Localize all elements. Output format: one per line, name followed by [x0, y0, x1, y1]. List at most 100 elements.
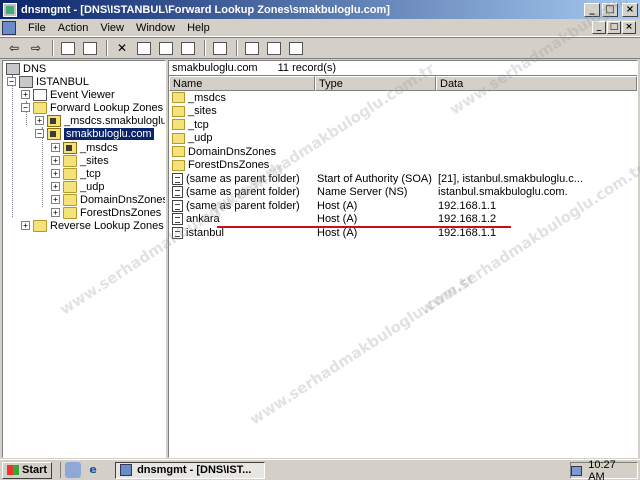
cell-type: Start of Authority (SOA)	[317, 172, 432, 185]
internet-explorer-icon[interactable]: e	[85, 462, 101, 478]
folder-icon	[172, 105, 185, 117]
tree-item-label: ISTANBUL	[36, 75, 89, 88]
back-arrow-icon[interactable]: ⇦	[4, 39, 24, 57]
record-row[interactable]: (same as parent folder) Name Server (NS) i…	[169, 186, 637, 199]
close-button[interactable]: ×	[622, 2, 638, 17]
collapse-toggle[interactable]: −	[21, 103, 30, 112]
tree-item-label: _msdcs	[80, 141, 118, 154]
details-header: smakbuloglu.com 11 record(s)	[169, 61, 637, 76]
tree-item-istanbul[interactable]: − ISTANBUL	[7, 75, 89, 88]
tree-item-forestdnszones[interactable]: + ForestDnsZones	[51, 206, 161, 219]
toolbar-separator	[106, 40, 108, 56]
tree-item-sites[interactable]: + _sites	[51, 154, 109, 167]
expand-toggle[interactable]: +	[21, 221, 30, 230]
network-icon[interactable]	[571, 465, 583, 476]
tree-item-reverse-lookup-zones[interactable]: + Reverse Lookup Zones	[21, 219, 164, 232]
record-row[interactable]: (same as parent folder) Start of Authorit…	[169, 172, 637, 185]
window-title: dnsmgmt - [DNS\ISTANBUL\Forward Lookup Z…	[21, 3, 390, 16]
app-icon	[3, 2, 17, 17]
refresh-icon[interactable]	[156, 39, 176, 57]
new-zone-icon[interactable]	[286, 39, 306, 57]
record-count-label: 11 record(s)	[277, 62, 337, 74]
column-header-type[interactable]: Type	[315, 76, 436, 91]
help-icon[interactable]	[210, 39, 230, 57]
cell-type: Host (A)	[317, 199, 358, 212]
record-row[interactable]: (same as parent folder) Host (A) 192.168.1…	[169, 199, 637, 212]
clock[interactable]: 10:27 AM	[588, 459, 631, 480]
export-list-icon[interactable]	[178, 39, 198, 57]
folder-row[interactable]: DomainDnsZones	[169, 145, 637, 158]
show-hide-tree-icon[interactable]	[80, 39, 100, 57]
delete-icon[interactable]: ✕	[112, 39, 132, 57]
maximize-button[interactable]: □	[602, 2, 618, 17]
tree-item-label: Forward Lookup Zones	[50, 101, 164, 114]
folder-row[interactable]: _tcp	[169, 118, 637, 131]
toolbar: ⇦ ⇨ ✕	[0, 37, 640, 59]
expand-toggle[interactable]: +	[51, 156, 60, 165]
show-desktop-icon[interactable]	[65, 462, 82, 478]
properties-icon[interactable]	[134, 39, 154, 57]
mdi-close-button[interactable]: ×	[622, 21, 636, 34]
forward-arrow-icon[interactable]: ⇨	[26, 39, 46, 57]
menu-file[interactable]: File	[22, 22, 52, 34]
tree-item-dns[interactable]: DNS	[6, 62, 46, 75]
quick-launch: e	[60, 462, 101, 478]
minimize-button[interactable]: _	[584, 2, 600, 17]
taskbar-button-dnsmgmt[interactable]: dnsmgmt - [DNS\IST...	[115, 461, 266, 479]
menu-help[interactable]: Help	[181, 22, 216, 34]
mdi-minimize-button[interactable]: _	[592, 21, 606, 34]
expand-toggle[interactable]: +	[51, 143, 60, 152]
cell-data	[438, 159, 588, 172]
column-header-data[interactable]: Data	[436, 76, 637, 91]
tree-item-msdcs-zone[interactable]: + _msdcs.smakbuloglu.com	[35, 114, 165, 127]
folder-icon	[63, 180, 77, 193]
toolbar-separator	[204, 40, 206, 56]
folder-row[interactable]: ForestDnsZones	[169, 159, 637, 172]
column-header-name[interactable]: Name	[169, 76, 315, 91]
record-name: _udp	[188, 132, 213, 144]
folder-row[interactable]: _msdcs	[169, 91, 637, 104]
record-row[interactable]: ankara Host (A) 192.168.1.2	[169, 213, 637, 226]
up-one-level-icon[interactable]	[58, 39, 78, 57]
expand-toggle[interactable]: +	[51, 169, 60, 178]
start-button[interactable]: Start	[2, 461, 53, 479]
expand-toggle[interactable]: +	[51, 182, 60, 191]
tree-item-udp[interactable]: + _udp	[51, 180, 104, 193]
tree-item-event-viewer[interactable]: + Event Viewer	[21, 88, 115, 101]
menu-view[interactable]: View	[94, 22, 130, 34]
menu-bar: File Action View Window Help _ □ ×	[0, 19, 640, 37]
record-icon	[172, 186, 183, 198]
cell-name: _udp	[172, 132, 312, 145]
mdi-maximize-button[interactable]: □	[607, 21, 621, 34]
folder-icon	[172, 132, 185, 144]
folder-row[interactable]: _udp	[169, 132, 637, 145]
record-name: _tcp	[188, 118, 209, 131]
folder-row[interactable]: _sites	[169, 105, 637, 118]
tree-item-forward-lookup-zones[interactable]: − Forward Lookup Zones	[21, 101, 163, 114]
collapse-toggle[interactable]: −	[7, 77, 16, 86]
tree-item-msdcs[interactable]: + _msdcs	[51, 141, 118, 154]
new-record-icon[interactable]	[264, 39, 284, 57]
dns-server-icon[interactable]	[242, 39, 262, 57]
zone-icon	[47, 127, 61, 140]
tree-item-smakbuloglu-zone[interactable]: − smakbuloglu.com	[35, 127, 154, 140]
folder-icon	[172, 92, 185, 103]
menu-action[interactable]: Action	[52, 22, 95, 34]
console-tree[interactable]: DNS − ISTANBUL + Event Viewer − Forward …	[2, 60, 166, 458]
tree-item-domaindnszones[interactable]: + DomainDnsZones	[51, 193, 165, 206]
record-name: DomainDnsZones	[188, 145, 277, 158]
mmc-icon[interactable]	[2, 20, 16, 35]
start-label: Start	[22, 464, 48, 476]
expand-toggle[interactable]: +	[51, 208, 60, 217]
menu-window[interactable]: Window	[130, 22, 181, 34]
toolbar-separator	[236, 40, 238, 56]
details-pane[interactable]: smakbuloglu.com 11 record(s) Name Type D…	[168, 60, 638, 458]
expand-toggle[interactable]: +	[35, 116, 44, 125]
zone-icon	[47, 114, 61, 127]
expand-toggle[interactable]: +	[51, 195, 60, 204]
record-name: _sites	[188, 105, 217, 117]
expand-toggle[interactable]: +	[21, 90, 30, 99]
title-bar[interactable]: dnsmgmt - [DNS\ISTANBUL\Forward Lookup Z…	[0, 0, 640, 19]
collapse-toggle[interactable]: −	[35, 129, 44, 138]
tree-item-tcp[interactable]: + _tcp	[51, 167, 101, 180]
